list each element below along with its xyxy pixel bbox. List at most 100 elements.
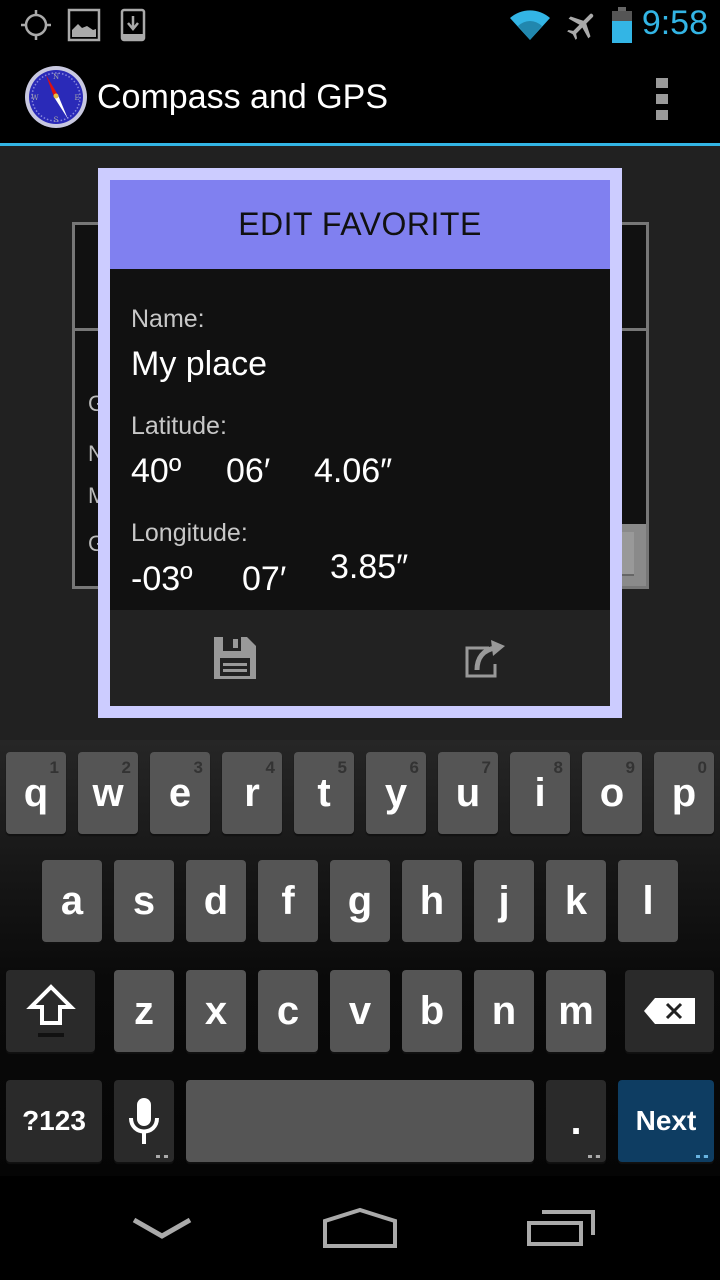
key-label: j — [498, 878, 510, 923]
symbols-label: ?123 — [22, 1105, 86, 1136]
longitude-degrees-field[interactable]: -03º — [131, 560, 193, 599]
key-t[interactable]: t5 — [294, 752, 354, 834]
key-label: b — [419, 988, 445, 1033]
key-w[interactable]: w2 — [78, 752, 138, 834]
back-icon — [132, 1217, 192, 1239]
next-label: Next — [635, 1105, 697, 1136]
key-q[interactable]: q1 — [6, 752, 66, 834]
next-key[interactable]: Next — [618, 1080, 714, 1162]
key-u[interactable]: u7 — [438, 752, 498, 834]
latitude-degrees-field[interactable]: 40º — [131, 452, 181, 491]
key-x[interactable]: x — [186, 970, 246, 1052]
key-label: v — [348, 988, 372, 1033]
key-i[interactable]: i8 — [510, 752, 570, 834]
key-y[interactable]: y6 — [366, 752, 426, 834]
navigation-bar — [0, 1176, 720, 1280]
period-label: . — [570, 1098, 582, 1143]
key-label: x — [204, 988, 228, 1033]
key-label: w — [92, 770, 124, 815]
battery-icon — [612, 7, 632, 43]
key-number-hint: 4 — [265, 758, 275, 777]
key-label: c — [276, 988, 300, 1033]
key-c[interactable]: c — [258, 970, 318, 1052]
key-l[interactable]: l — [618, 860, 678, 942]
latitude-label: Latitude: — [131, 412, 227, 440]
svg-text:W: W — [31, 94, 39, 102]
key-label: u — [455, 770, 481, 815]
more-indicator — [696, 1155, 708, 1158]
space-key[interactable] — [186, 1080, 534, 1162]
key-number-hint: 1 — [49, 758, 59, 777]
key-f[interactable]: f — [258, 860, 318, 942]
wifi-icon — [510, 10, 550, 40]
voice-input-key[interactable] — [114, 1080, 174, 1162]
key-v[interactable]: v — [330, 970, 390, 1052]
key-label: y — [384, 770, 408, 815]
name-field[interactable]: My place — [131, 345, 267, 384]
key-d[interactable]: d — [186, 860, 246, 942]
key-g[interactable]: g — [330, 860, 390, 942]
longitude-label: Longitude: — [131, 519, 248, 547]
key-label: h — [419, 878, 445, 923]
key-label: l — [642, 878, 654, 923]
key-a[interactable]: a — [42, 860, 102, 942]
key-o[interactable]: o9 — [582, 752, 642, 834]
shift-key[interactable] — [6, 970, 95, 1052]
key-number-hint: 7 — [481, 758, 491, 777]
key-number-hint: 8 — [553, 758, 563, 777]
home-button[interactable] — [280, 1176, 440, 1280]
svg-text:E: E — [74, 94, 79, 102]
key-label: o — [599, 770, 625, 815]
recents-icon — [527, 1210, 595, 1246]
key-number-hint: 5 — [337, 758, 347, 777]
key-m[interactable]: m — [546, 970, 606, 1052]
key-number-hint: 6 — [409, 758, 419, 777]
share-button[interactable] — [360, 610, 610, 706]
overflow-menu-icon[interactable] — [656, 78, 670, 120]
longitude-seconds-field[interactable]: 3.85″ — [330, 548, 408, 587]
airplane-mode-icon — [567, 13, 594, 40]
share-icon — [465, 640, 505, 678]
key-label: n — [491, 988, 517, 1033]
period-key[interactable]: . — [546, 1080, 606, 1162]
more-indicator — [588, 1155, 600, 1158]
key-number-hint: 3 — [193, 758, 203, 777]
svg-text:N: N — [53, 73, 59, 81]
key-z[interactable]: z — [114, 970, 174, 1052]
back-button[interactable] — [82, 1176, 242, 1280]
clock: 9:58 — [641, 4, 708, 42]
longitude-minutes-field[interactable]: 07′ — [242, 560, 286, 599]
save-icon — [214, 637, 256, 679]
key-k[interactable]: k — [546, 860, 606, 942]
background-button — [620, 524, 646, 586]
key-label: t — [317, 770, 331, 815]
latitude-minutes-field[interactable]: 06′ — [226, 452, 270, 491]
gps-icon — [21, 10, 51, 40]
key-r[interactable]: r4 — [222, 752, 282, 834]
microphone-icon — [129, 1098, 159, 1144]
more-indicator — [156, 1155, 168, 1158]
dialog-footer — [110, 610, 610, 706]
latitude-seconds-field[interactable]: 4.06″ — [314, 452, 392, 491]
key-label: m — [558, 988, 594, 1033]
key-p[interactable]: p0 — [654, 752, 714, 834]
key-label: g — [347, 878, 373, 923]
key-b[interactable]: b — [402, 970, 462, 1052]
compass-icon[interactable]: N S W E — [24, 65, 88, 129]
key-label: a — [60, 878, 84, 923]
key-s[interactable]: s — [114, 860, 174, 942]
backspace-icon — [643, 998, 695, 1024]
recents-button[interactable] — [482, 1176, 642, 1280]
app-title: Compass and GPS — [97, 78, 389, 116]
save-button[interactable] — [110, 610, 360, 706]
key-label: s — [132, 878, 156, 923]
key-e[interactable]: e3 — [150, 752, 210, 834]
key-j[interactable]: j — [474, 860, 534, 942]
edit-favorite-dialog: EDIT FAVORITE Name: My place Latitude: 4… — [98, 168, 622, 718]
symbols-key[interactable]: ?123 — [6, 1080, 102, 1162]
key-n[interactable]: n — [474, 970, 534, 1052]
download-icon — [120, 8, 146, 42]
key-number-hint: 0 — [697, 758, 707, 777]
delete-key[interactable] — [625, 970, 714, 1052]
key-h[interactable]: h — [402, 860, 462, 942]
